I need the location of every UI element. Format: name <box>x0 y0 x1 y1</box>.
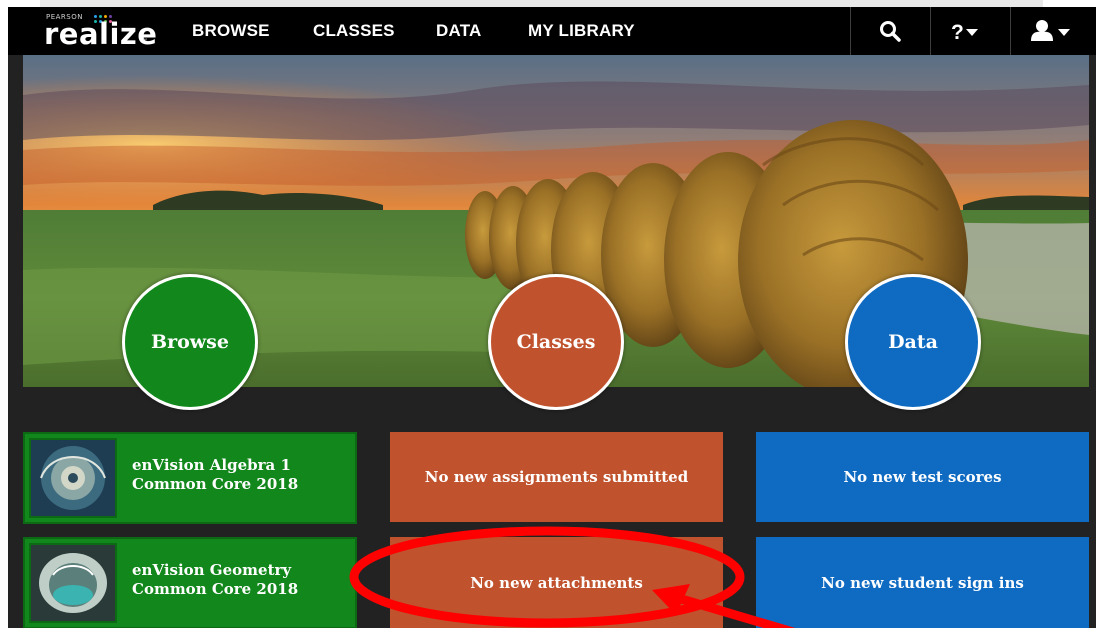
nav-data[interactable]: DATA <box>436 7 482 55</box>
course-card-geometry[interactable]: enVision Geometry Common Core 2018 <box>23 537 357 628</box>
realize-logo[interactable]: PEARSON realize ™ <box>26 11 158 51</box>
trademark-mark: ™ <box>142 38 148 45</box>
attachments-tile[interactable]: No new attachments <box>390 537 723 628</box>
search-icon <box>880 21 901 42</box>
course-title: enVision Geometry Common Core 2018 <box>132 561 299 598</box>
nav-my-library[interactable]: MY LIBRARY <box>528 7 635 55</box>
course-card-algebra[interactable]: enVision Algebra 1 Common Core 2018 <box>23 432 357 524</box>
app-frame: PEARSON realize ™ BROWSE CLASSES DATA MY… <box>8 7 1096 628</box>
test-scores-tile[interactable]: No new test scores <box>756 432 1089 522</box>
svg-text:?: ? <box>951 21 964 42</box>
top-navbar: PEARSON realize ™ BROWSE CLASSES DATA MY… <box>8 7 1096 55</box>
course-thumbnail <box>29 543 117 623</box>
assignments-submitted-tile[interactable]: No new assignments submitted <box>390 432 723 522</box>
search-button[interactable] <box>850 7 930 55</box>
nav-classes[interactable]: CLASSES <box>313 7 395 55</box>
help-menu-button[interactable]: ? <box>930 7 1010 55</box>
browse-circle-button[interactable]: Browse <box>122 274 258 410</box>
course-thumbnail <box>29 438 117 518</box>
data-circle-button[interactable]: Data <box>845 274 981 410</box>
realize-wordmark: realize <box>44 17 158 51</box>
nav-browse[interactable]: BROWSE <box>192 7 270 55</box>
classes-circle-button[interactable]: Classes <box>488 274 624 410</box>
course-title: enVision Algebra 1 Common Core 2018 <box>132 456 299 493</box>
student-sign-ins-tile[interactable]: No new student sign ins <box>756 537 1089 628</box>
help-icon: ? <box>951 21 978 42</box>
user-icon <box>1031 20 1070 41</box>
user-menu-button[interactable] <box>1010 7 1096 55</box>
